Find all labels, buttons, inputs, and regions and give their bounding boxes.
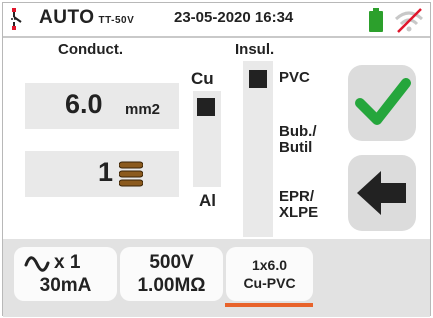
- section-unit: mm2: [125, 101, 161, 118]
- selected-indicator: [225, 303, 313, 307]
- current-value: 30mA: [39, 275, 92, 296]
- insulation-option-pvc[interactable]: PVC: [279, 69, 310, 86]
- insulation-slider[interactable]: [243, 61, 273, 237]
- material-cu-label[interactable]: Cu: [191, 69, 214, 89]
- status-header: AUTO TT-50V 23-05-2020 16:34: [3, 3, 430, 35]
- cable-softkey[interactable]: 1x6.0 Cu-PVC: [226, 247, 313, 301]
- current-multiplier: x 1: [54, 252, 81, 273]
- section-field[interactable]: 6.0 mm2: [25, 83, 179, 129]
- conductor-count-value: 1: [98, 157, 114, 187]
- material-slider[interactable]: [193, 91, 221, 187]
- section-value: 6.0: [65, 89, 103, 119]
- rcd-icon: [11, 8, 22, 30]
- back-button[interactable]: [348, 155, 416, 231]
- left-arrow-icon: [357, 171, 406, 215]
- material-al-label[interactable]: Al: [199, 191, 216, 211]
- insulation-title: Insul.: [235, 41, 275, 58]
- softkey-bar: x 1 30mA 500V 1.00MΩ 1x6.0 Cu-PVC: [3, 239, 430, 317]
- confirm-button[interactable]: [348, 65, 416, 141]
- insulation-option-epr[interactable]: EPR/ XLPE: [279, 189, 318, 221]
- battery-icon: [369, 8, 383, 32]
- voltage-softkey[interactable]: 500V 1.00MΩ: [120, 247, 223, 301]
- instrument-screen: AUTO TT-50V 23-05-2020 16:34 Conduct. 6.0…: [2, 2, 431, 317]
- cable-section: 1x6.0: [251, 257, 288, 273]
- wifi-off-icon: [394, 8, 424, 33]
- cable-icon: [119, 161, 143, 187]
- insulation-option-butil[interactable]: Bub./ Butil: [279, 124, 317, 156]
- header-divider: [3, 36, 430, 38]
- resistance-limit: 1.00MΩ: [137, 275, 206, 296]
- material-slider-knob[interactable]: [197, 98, 215, 116]
- ac-wave-icon: [24, 256, 50, 272]
- current-softkey[interactable]: x 1 30mA: [14, 247, 117, 301]
- mode-label: AUTO TT-50V: [39, 7, 135, 28]
- date-time: 23-05-2020 16:34: [174, 9, 294, 26]
- checkmark-icon: [355, 78, 411, 125]
- test-voltage: 500V: [149, 252, 194, 273]
- conductor-title: Conduct.: [58, 41, 123, 58]
- cable-type: Cu-PVC: [243, 275, 296, 291]
- conductor-count-field[interactable]: 1: [25, 151, 179, 197]
- insulation-slider-knob[interactable]: [249, 70, 267, 88]
